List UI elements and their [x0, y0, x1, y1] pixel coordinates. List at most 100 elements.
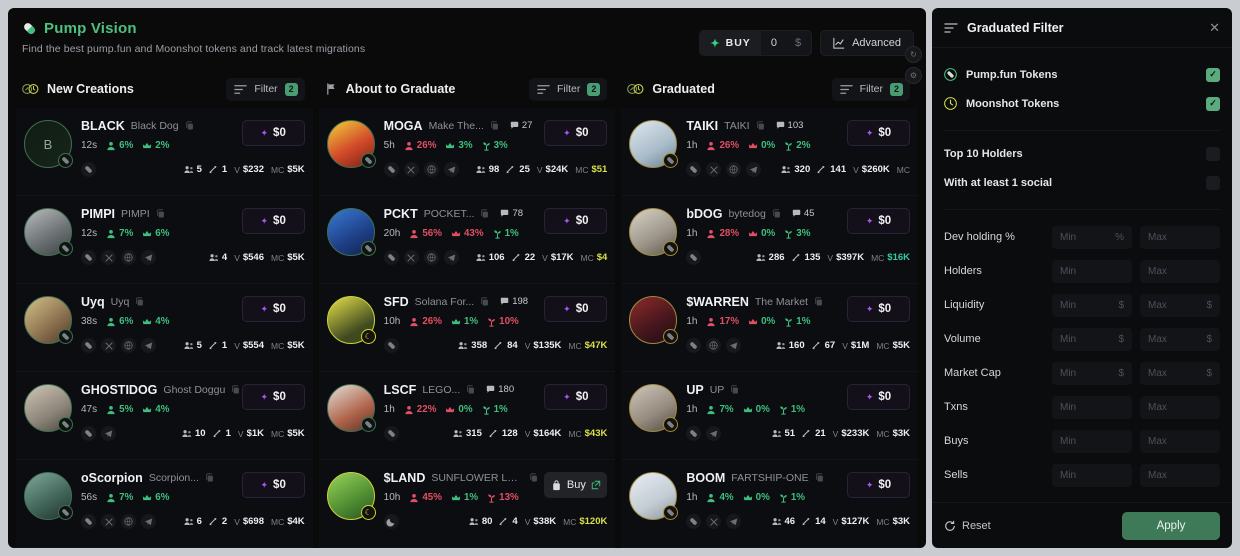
filter-toggle-row[interactable]: With at least 1 social — [944, 168, 1220, 197]
filter-toggle-row[interactable]: Moonshot Tokens ✓ — [944, 89, 1220, 118]
social-x-icon[interactable] — [101, 250, 116, 265]
column-filter-button[interactable]: Filter 2 — [226, 77, 305, 101]
token-avatar-wrap[interactable] — [24, 472, 73, 520]
settings-icon-button[interactable]: ⚙ — [905, 67, 922, 84]
copy-icon[interactable] — [231, 384, 241, 395]
filter-toggle-checkbox[interactable] — [1206, 175, 1220, 190]
token-card[interactable]: LSCF LEGO... 180 1h 22% 0% 1% 315 128 V $164K MC $43… — [318, 372, 616, 460]
token-card[interactable]: ☾ SFD Solana For... 198 10h 26% 1% 10% 358 84 V $13… — [318, 284, 616, 372]
social-x-icon[interactable] — [403, 162, 419, 177]
social-pill-icon[interactable] — [383, 338, 399, 353]
buy-button[interactable]: ✦ BUY — [700, 30, 761, 56]
token-avatar-wrap[interactable] — [326, 208, 376, 256]
quick-buy-control[interactable]: ✦ BUY 0 $ — [699, 30, 813, 56]
social-pill-icon[interactable] — [686, 426, 702, 441]
card-quickbuy-button[interactable]: ✦ $0 — [241, 208, 305, 234]
token-avatar-wrap[interactable] — [326, 120, 376, 168]
social-telegram-icon[interactable] — [141, 338, 156, 353]
token-card[interactable]: ☾ $LAND SUNFLOWER LAND 10h 45% 1% 13% 80 4 V $38K M… — [318, 460, 616, 548]
card-quickbuy-button[interactable]: ✦ $0 — [241, 120, 305, 146]
social-globe-icon[interactable] — [706, 338, 722, 353]
refresh-icon-button[interactable]: ↻ — [905, 46, 922, 63]
filter-range-min-input[interactable]: Min $ — [1052, 293, 1132, 317]
token-avatar-wrap[interactable]: B — [24, 120, 73, 168]
token-avatar-wrap[interactable] — [629, 384, 679, 432]
copy-icon[interactable] — [156, 208, 166, 219]
social-pill-icon[interactable] — [81, 426, 96, 441]
filter-range-max-input[interactable]: Max — [1140, 463, 1220, 487]
social-pill-icon[interactable] — [81, 514, 96, 529]
card-quickbuy-button[interactable]: ✦ $0 — [847, 120, 911, 146]
token-card[interactable]: MOGA Make The... 27 5h 26% 3% 3% 98 25 V $24K MC $51… — [318, 108, 616, 196]
token-avatar-wrap[interactable] — [629, 208, 679, 256]
token-avatar-wrap[interactable] — [24, 296, 73, 344]
token-card[interactable]: $WARREN The Market 1h 17% 0% 1% 160 67 V $1M MC $5K… — [621, 284, 919, 372]
card-quickbuy-button[interactable]: ✦ $0 — [544, 384, 608, 410]
copy-icon[interactable] — [185, 120, 195, 131]
copy-icon[interactable] — [730, 384, 740, 395]
social-telegram-icon[interactable] — [141, 514, 156, 529]
social-pill-icon[interactable] — [686, 162, 702, 177]
copy-icon[interactable] — [480, 296, 490, 307]
filter-range-min-input[interactable]: Min% — [1052, 225, 1132, 249]
filter-range-max-input[interactable]: Max — [1140, 395, 1220, 419]
card-quickbuy-button[interactable]: ✦ $0 — [544, 296, 608, 322]
social-globe-icon[interactable] — [121, 250, 136, 265]
social-telegram-icon[interactable] — [443, 162, 459, 177]
token-avatar-wrap[interactable] — [326, 384, 376, 432]
social-telegram-icon[interactable] — [746, 162, 762, 177]
filter-range-min-input[interactable]: Min — [1052, 395, 1132, 419]
token-card[interactable]: oScorpion Scorpion... 56s 7% 6% 6 2 V $698 MC $4K ✦… — [16, 460, 313, 548]
social-x-icon[interactable] — [706, 162, 722, 177]
social-telegram-icon[interactable] — [443, 250, 459, 265]
social-x-icon[interactable] — [403, 250, 419, 265]
social-x-icon[interactable] — [101, 338, 116, 353]
filter-toggle-row[interactable]: Top 10 Holders — [944, 139, 1220, 168]
copy-icon[interactable] — [480, 208, 490, 219]
filter-range-max-input[interactable]: Max $ — [1140, 293, 1220, 317]
filter-range-min-input[interactable]: Min — [1052, 429, 1132, 453]
social-pill-icon[interactable] — [81, 250, 96, 265]
filter-range-max-input[interactable]: Max — [1140, 259, 1220, 283]
social-pill-icon[interactable] — [81, 338, 96, 353]
social-globe-icon[interactable] — [423, 162, 439, 177]
copy-icon[interactable] — [772, 208, 782, 219]
token-card[interactable]: GHOSTIDOG Ghost Doggu 47s 5% 4% 10 1 V $1K MC $5K ✦… — [16, 372, 313, 460]
card-quickbuy-button[interactable]: ✦ $0 — [241, 296, 305, 322]
token-avatar-wrap[interactable] — [629, 120, 679, 168]
filter-range-max-input[interactable]: Max $ — [1140, 361, 1220, 385]
filter-toggle-checkbox[interactable]: ✓ — [1206, 67, 1220, 82]
filter-toggle-row[interactable]: Pump.fun Tokens ✓ — [944, 60, 1220, 89]
social-pill-icon[interactable] — [81, 162, 96, 177]
token-card[interactable]: bDOG bytedog 45 1h 28% 0% 3% 286 135 V $397K MC $16K… — [621, 196, 919, 284]
card-quickbuy-button[interactable]: ✦ $0 — [847, 384, 911, 410]
social-moon-icon[interactable] — [383, 514, 399, 529]
reset-button[interactable]: Reset — [944, 520, 991, 532]
social-telegram-icon[interactable] — [101, 426, 116, 441]
card-quickbuy-button[interactable]: ✦ $0 — [241, 472, 305, 498]
social-telegram-icon[interactable] — [141, 250, 156, 265]
copy-icon[interactable] — [529, 472, 539, 483]
token-card[interactable]: B BLACK Black Dog 12s 6% 2% 5 1 V $232 MC $5K ✦ $0 — [16, 108, 313, 196]
social-x-icon[interactable] — [101, 514, 116, 529]
card-quickbuy-button[interactable]: ✦ $0 — [544, 120, 608, 146]
filter-range-min-input[interactable]: Min — [1052, 259, 1132, 283]
filter-range-min-input[interactable]: Min $ — [1052, 327, 1132, 351]
social-globe-icon[interactable] — [121, 338, 136, 353]
card-quickbuy-button[interactable]: ✦ $0 — [544, 208, 608, 234]
card-quickbuy-button[interactable]: ✦ $0 — [847, 208, 911, 234]
advanced-button[interactable]: Advanced — [820, 30, 914, 56]
social-pill-icon[interactable] — [383, 162, 399, 177]
filter-toggle-checkbox[interactable]: ✓ — [1206, 96, 1220, 111]
social-x-icon[interactable] — [706, 514, 722, 529]
token-avatar-wrap[interactable]: ☾ — [326, 296, 376, 344]
token-card[interactable]: PCKT POCKET... 78 20h 56% 43% 1% 106 22 V $17K MC $4… — [318, 196, 616, 284]
filter-range-min-input[interactable]: Min — [1052, 463, 1132, 487]
social-pill-icon[interactable] — [383, 426, 399, 441]
social-pill-icon[interactable] — [686, 514, 702, 529]
filter-range-min-input[interactable]: Min $ — [1052, 361, 1132, 385]
card-buy-button[interactable]: Buy — [544, 472, 608, 498]
social-pill-icon[interactable] — [383, 250, 399, 265]
card-quickbuy-button[interactable]: ✦ $0 — [847, 472, 911, 498]
social-globe-icon[interactable] — [121, 514, 136, 529]
